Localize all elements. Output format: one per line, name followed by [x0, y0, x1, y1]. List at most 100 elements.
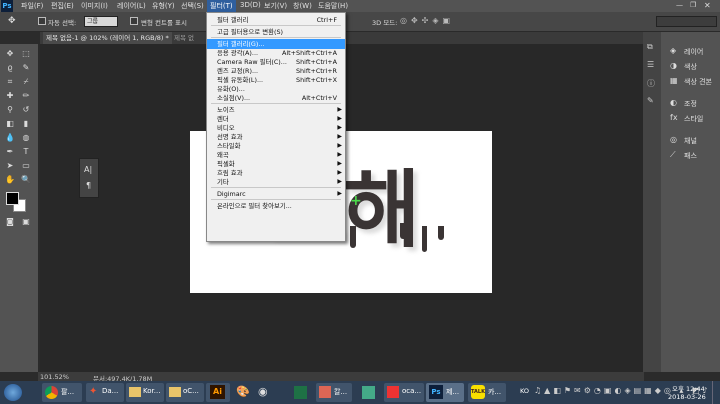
menu-image[interactable]: 이미지(I)	[81, 1, 108, 11]
type-tool[interactable]: T	[20, 146, 32, 158]
brush-tool[interactable]: ✏	[20, 90, 32, 102]
zoom-tool[interactable]: 🔍	[20, 174, 32, 186]
menu-separator	[211, 187, 341, 188]
eraser-tool[interactable]: ◧	[4, 118, 16, 130]
character-panel-icon[interactable]: A|	[84, 165, 92, 174]
crop-tool[interactable]: ⌗	[4, 76, 16, 88]
auto-select-label: 자동 선택:	[48, 19, 77, 27]
path-select-tool[interactable]: ➤	[4, 160, 16, 172]
group-select[interactable]: 그룹	[84, 16, 118, 27]
styles-icon[interactable]: fx	[670, 113, 678, 122]
lasso-tool[interactable]: ϱ	[4, 62, 16, 74]
screen-mode-icon[interactable]: ▣	[20, 216, 32, 228]
history-brush-tool[interactable]: ↺	[20, 104, 32, 116]
transform-controls-label: 변형 컨트롤 표시	[141, 19, 187, 27]
app-green-icon[interactable]	[362, 386, 375, 399]
excel-icon[interactable]	[294, 386, 307, 399]
filter-menu-item-label: 온라인으로 필터 찾아보기...	[217, 202, 292, 210]
taskbar-label-13: 카...	[488, 388, 502, 396]
adjustments-icon[interactable]: ◐	[670, 98, 677, 107]
menu-help[interactable]: 도움말(H)	[318, 1, 348, 11]
dodge-tool[interactable]: ◍	[20, 132, 32, 144]
ime-indicator[interactable]: KO	[520, 387, 529, 395]
minimize-icon[interactable]: —	[676, 1, 686, 10]
menu-bar: Ps 파일(F) 편집(E) 이미지(I) 레이어(L) 유형(Y) 선택(S)…	[0, 0, 720, 12]
menu-layer[interactable]: 레이어(L)	[117, 1, 146, 11]
menu-file[interactable]: 파일(F)	[21, 1, 43, 11]
app-icon-2[interactable]: ◉	[258, 385, 268, 398]
kakaotalk-icon: TALK	[471, 385, 485, 399]
tab-active-document[interactable]: 제목 없음-1 @ 102% (레이어 1, RGB/8) *	[43, 32, 172, 44]
paragraph-panel-icon[interactable]: ¶	[86, 181, 91, 190]
zoom-level[interactable]: 101.52%	[40, 373, 69, 381]
options-bar: ✥ 자동 선택: 그룹 변형 컨트롤 표시 3D 모드: ◎✥✣◈▣	[0, 12, 720, 32]
menu-3d[interactable]: 3D(D)	[240, 1, 261, 9]
properties-panel-icon[interactable]: ☰	[647, 60, 654, 69]
pen-tool[interactable]: ✒	[4, 146, 16, 158]
panel-styles[interactable]: 스타일	[684, 114, 703, 124]
folder-icon	[129, 387, 141, 397]
filter-menu-item[interactable]: 기타 ▶	[207, 177, 345, 187]
healing-tool[interactable]: ✚	[4, 90, 16, 102]
mode-3d-label: 3D 모드:	[372, 19, 398, 27]
menu-filter[interactable]: 필터(T)	[207, 0, 236, 12]
panel-layers[interactable]: 레이어	[684, 47, 703, 57]
brush-panel-icon[interactable]: ✎	[647, 96, 654, 105]
clock-time: 오후 12:44	[672, 385, 705, 393]
drip-3	[422, 226, 427, 252]
hand-tool[interactable]: ✋	[4, 174, 16, 186]
menu-type[interactable]: 유형(Y)	[152, 1, 175, 11]
history-panel-icon[interactable]: ⧉	[647, 42, 653, 52]
close-icon[interactable]: ✕	[704, 1, 716, 10]
menu-view[interactable]: 보기(V)	[264, 1, 287, 11]
menu-select[interactable]: 선택(S)	[181, 1, 204, 11]
menu-window[interactable]: 창(W)	[293, 1, 312, 11]
filter-menu-item-shortcut: Ctrl+F	[316, 16, 337, 24]
panel-swatches[interactable]: 색상 견본	[684, 77, 712, 87]
menu-separator	[211, 25, 341, 26]
start-button-icon[interactable]	[4, 384, 22, 401]
foreground-color-swatch[interactable]	[6, 192, 19, 205]
paths-icon[interactable]: ⟋	[670, 150, 676, 160]
tab-second-document[interactable]: 제목 없	[174, 32, 194, 44]
info-panel-icon[interactable]: ⓘ	[647, 78, 655, 89]
paint-icon[interactable]: 🎨	[236, 385, 250, 398]
menu-edit[interactable]: 편집(E)	[51, 1, 74, 11]
filter-menu-item[interactable]: 고급 필터용으로 변환(S)	[207, 27, 345, 37]
quick-select-tool[interactable]: ✎	[20, 62, 32, 74]
show-desktop-button[interactable]	[712, 381, 720, 404]
layers-icon[interactable]: ◈	[670, 46, 676, 55]
restore-icon[interactable]: ❐	[690, 1, 700, 10]
transform-controls-checkbox[interactable]	[130, 17, 138, 25]
filter-menu-item[interactable]: Digimarc ▶	[207, 189, 345, 199]
menu-separator	[211, 103, 341, 104]
photoshop-logo-icon: Ps	[1, 0, 13, 12]
panel-adjustments[interactable]: 조정	[684, 99, 697, 109]
marquee-tool[interactable]: ⬚	[20, 48, 32, 60]
swatches-icon[interactable]: ▦	[670, 76, 678, 85]
filter-menu-item[interactable]: 필터 갤러리 Ctrl+F	[207, 15, 345, 25]
stamp-tool[interactable]: ⚲	[4, 104, 16, 116]
gradient-tool[interactable]: ▮	[20, 118, 32, 130]
shape-tool[interactable]: ▭	[20, 160, 32, 172]
filter-menu-item[interactable]: 온라인으로 필터 찾아보기...	[207, 201, 345, 211]
quick-mask-icon[interactable]: ◙	[4, 216, 16, 228]
panel-color[interactable]: 색상	[684, 62, 697, 72]
color-icon[interactable]: ◑	[670, 61, 677, 70]
move-tool-icon[interactable]: ✥	[8, 16, 16, 26]
auto-select-checkbox[interactable]	[38, 17, 46, 25]
submenu-arrow-icon: ▶	[337, 178, 342, 185]
3d-tools-icon[interactable]: ◎✥✣◈▣	[400, 16, 454, 25]
channels-icon[interactable]: ◎	[670, 135, 677, 144]
blur-tool[interactable]: 💧	[4, 132, 16, 144]
filter-menu-item[interactable]: 소실점(V)... Alt+Ctrl+V	[207, 93, 345, 103]
workspace-select[interactable]	[656, 16, 717, 27]
eyedropper-tool[interactable]: ⌿	[20, 76, 32, 88]
folder-icon	[169, 387, 181, 397]
move-tool[interactable]: ✥	[4, 48, 16, 60]
submenu-arrow-icon: ▶	[337, 190, 342, 197]
clock-date: 2018-03-26	[668, 393, 706, 401]
taskbar-label-3: oC...	[183, 387, 199, 395]
panel-channels[interactable]: 채널	[684, 136, 697, 146]
panel-paths[interactable]: 패스	[684, 151, 697, 161]
